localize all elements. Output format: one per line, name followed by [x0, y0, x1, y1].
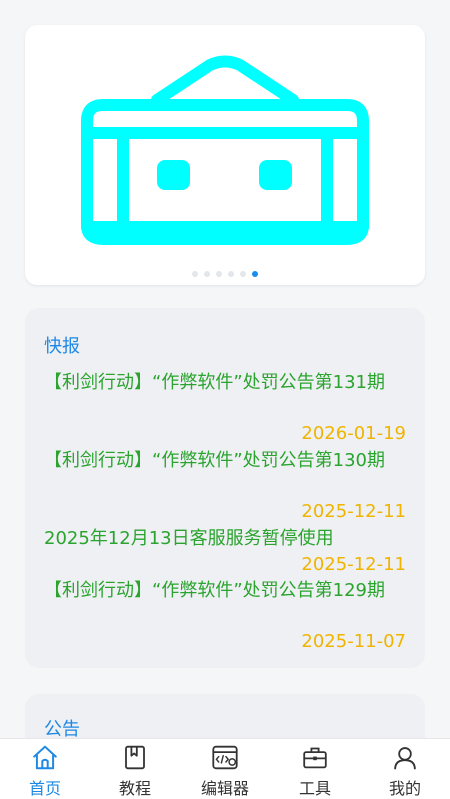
news-item-date: 2025-12-11 [301, 554, 406, 575]
carousel-dots [25, 271, 425, 277]
news-item-text: 【利剑行动】“作弊软件”处罚公告第130期 [44, 450, 386, 471]
tab-tutorial[interactable]: 教程 [90, 739, 180, 799]
carousel-dot[interactable] [228, 271, 234, 277]
home-page: 快报 【利剑行动】“作弊软件”处罚公告第131期 2026-01-19 【利剑行… [0, 0, 450, 799]
carousel-dot[interactable] [240, 271, 246, 277]
tab-home[interactable]: 首页 [0, 739, 90, 799]
tab-label: 编辑器 [200, 779, 249, 798]
carousel-dot-active[interactable] [252, 271, 258, 277]
tab-label: 工具 [298, 779, 331, 798]
carousel-dot[interactable] [216, 271, 222, 277]
carousel-dot[interactable] [204, 271, 210, 277]
tab-tools[interactable]: 工具 [270, 739, 360, 799]
user-icon [394, 747, 416, 770]
bottom-tab-bar: 首页 教程 编辑器 工具 我的 [0, 738, 450, 799]
news-item-date: 2026-01-19 [301, 423, 406, 444]
news-item[interactable]: 【利剑行动】“作弊软件”处罚公告第131期 2026-01-19 [44, 370, 406, 446]
news-item-text: 2025年12月13日客服服务暂停使用 [44, 528, 334, 549]
robot-illustration [81, 55, 369, 245]
tab-editor[interactable]: 编辑器 [180, 739, 270, 799]
banner-carousel[interactable] [25, 25, 425, 285]
code-editor-icon [212, 745, 238, 770]
news-item-text: 【利剑行动】“作弊软件”处罚公告第129期 [44, 580, 386, 601]
tab-label: 首页 [28, 779, 61, 798]
news-item[interactable]: 【利剑行动】“作弊软件”处罚公告第129期 2025-11-07 [44, 578, 406, 654]
news-item-date: 2025-12-11 [301, 501, 406, 522]
toolbox-icon [303, 747, 327, 769]
tab-label: 教程 [118, 779, 151, 798]
news-item[interactable]: 【利剑行动】“作弊软件”处罚公告第130期 2025-12-11 [44, 448, 406, 524]
home-icon [33, 745, 57, 770]
book-icon [125, 745, 145, 770]
news-item[interactable]: 2025年12月13日客服服务暂停使用 2025-12-11 [44, 526, 406, 576]
tab-profile[interactable]: 我的 [360, 739, 450, 799]
carousel-dot[interactable] [192, 271, 198, 277]
tab-label: 我的 [388, 779, 421, 798]
news-item-date: 2025-11-07 [301, 631, 406, 652]
news-item-text: 【利剑行动】“作弊软件”处罚公告第131期 [44, 372, 386, 393]
